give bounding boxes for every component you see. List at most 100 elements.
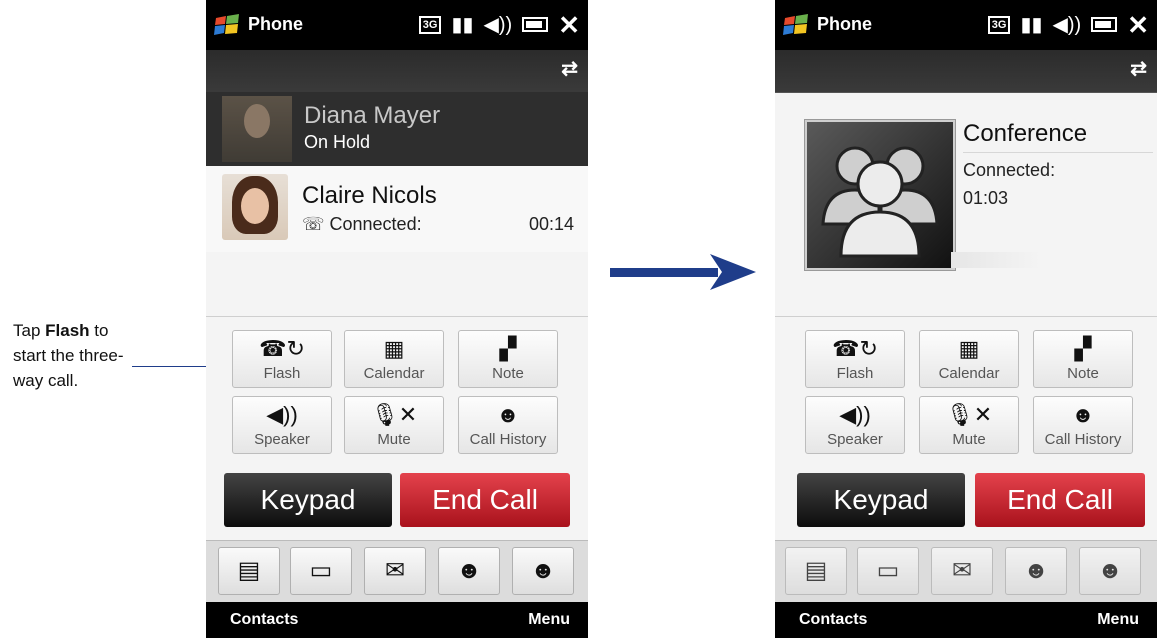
divider (775, 316, 1157, 317)
volume-icon[interactable]: ◀)) (1053, 12, 1082, 37)
note-icon: ▞ (499, 336, 517, 361)
active-call-status: ☏ Connected: (302, 214, 422, 234)
app-title: Phone (817, 14, 873, 34)
softkey-contacts[interactable]: Contacts (230, 611, 298, 629)
flash-icon: ☎↻ (259, 336, 305, 361)
note-button[interactable]: ▞ Note (458, 330, 558, 388)
softkey-menu[interactable]: Menu (1097, 611, 1139, 629)
tab-call-history[interactable]: ☻ (1005, 547, 1067, 595)
speed-dial-icon: ☻ (1097, 557, 1123, 584)
status-bar: Phone 3G ▮▮ ◀)) ✕ (206, 0, 588, 50)
windows-start-icon[interactable] (214, 13, 240, 37)
active-call-row[interactable]: Claire Nicols ☏ Connected: 00:14 (206, 166, 588, 252)
held-caller-avatar (222, 96, 292, 162)
tab-speed-dial[interactable]: ☻ (1079, 547, 1141, 595)
status-bar: Phone 3G ▮▮ ◀)) ✕ (775, 0, 1157, 50)
transition-arrow-icon (610, 254, 756, 290)
volume-icon[interactable]: ◀)) (484, 12, 513, 37)
message-icon: ▭ (876, 557, 900, 584)
caption-bold: Flash (45, 321, 90, 340)
softkey-bar: Contacts Menu (775, 602, 1157, 638)
keypad-button[interactable]: Keypad (224, 473, 392, 527)
tab-messages[interactable]: ▭ (290, 547, 352, 595)
call-history-button[interactable]: ☻ Call History (458, 396, 558, 454)
network-3g-icon: 3G (418, 15, 442, 34)
speaker-icon: ◀)) (839, 402, 871, 427)
tab-contacts[interactable]: ▤ (785, 547, 847, 595)
mute-icon: 🎙✕ (370, 402, 418, 427)
end-call-button[interactable]: End Call (400, 473, 570, 527)
conference-avatar (805, 120, 955, 270)
phone-screen-after: Phone 3G ▮▮ ◀)) ✕ ⇄ Conference Connected… (775, 0, 1157, 638)
conference-group-icon (821, 146, 939, 258)
calendar-button[interactable]: ▦ Calendar (344, 330, 444, 388)
message-icon: ▭ (309, 557, 333, 584)
bottom-tab-bar: ▤ ▭ ✉ ☻ ☻ (775, 540, 1157, 603)
title-underline (963, 152, 1153, 153)
mute-button[interactable]: 🎙✕ Mute (344, 396, 444, 454)
speed-dial-icon: ☻ (530, 557, 556, 584)
call-timer: 00:14 (528, 214, 574, 234)
speaker-button[interactable]: ◀)) Speaker (805, 396, 905, 454)
email-icon: ✉ (951, 557, 973, 584)
calendar-icon: ▦ (958, 336, 980, 361)
tab-email[interactable]: ✉ (364, 547, 426, 595)
softkey-contacts[interactable]: Contacts (799, 611, 867, 629)
active-caller-name: Claire Nicols (302, 182, 437, 209)
conference-status: Connected: (963, 160, 1056, 180)
tab-call-history[interactable]: ☻ (438, 547, 500, 595)
tab-contacts[interactable]: ▤ (218, 547, 280, 595)
email-icon: ✉ (384, 557, 406, 584)
contact-card-icon: ▤ (804, 557, 828, 584)
call-history-icon: ☻ (1071, 402, 1095, 427)
tab-messages[interactable]: ▭ (857, 547, 919, 595)
softkey-bar: Contacts Menu (206, 602, 588, 638)
tab-email[interactable]: ✉ (931, 547, 993, 595)
note-icon: ▞ (1074, 336, 1092, 361)
held-call-status: On Hold (304, 132, 371, 152)
caption-prefix: Tap (13, 321, 41, 340)
close-icon[interactable]: ✕ (558, 12, 580, 38)
status-icons: 3G ▮▮ ◀)) ✕ (987, 12, 1149, 38)
signal-icon: ▮▮ (451, 14, 474, 36)
keypad-button[interactable]: Keypad (797, 473, 965, 527)
mute-button[interactable]: 🎙✕ Mute (919, 396, 1019, 454)
call-history-icon: ☻ (496, 402, 520, 427)
softkey-menu[interactable]: Menu (528, 611, 570, 629)
call-history-icon: ☻ (456, 557, 482, 584)
conference-title: Conference (963, 120, 1088, 147)
app-title: Phone (248, 14, 304, 34)
contact-card-icon: ▤ (237, 557, 261, 584)
note-button[interactable]: ▞ Note (1033, 330, 1133, 388)
divider (206, 316, 588, 317)
held-caller-name: Diana Mayer (304, 102, 441, 129)
flash-button[interactable]: ☎↻ Flash (805, 330, 905, 388)
avatar-reflection (951, 252, 1041, 268)
connection-icon: ⇄ (561, 58, 578, 80)
call-history-icon: ☻ (1023, 557, 1049, 584)
end-call-button[interactable]: End Call (975, 473, 1145, 527)
close-icon[interactable]: ✕ (1127, 12, 1149, 38)
conference-timer: 01:03 (963, 188, 1009, 208)
tab-speed-dial[interactable]: ☻ (512, 547, 574, 595)
instruction-caption: Tap Flash to start the three-way call. (13, 318, 143, 393)
speaker-button[interactable]: ◀)) Speaker (232, 396, 332, 454)
flash-button[interactable]: ☎↻ Flash (232, 330, 332, 388)
battery-icon (1091, 17, 1118, 32)
speaker-icon: ◀)) (266, 402, 298, 427)
mute-icon: 🎙✕ (945, 402, 993, 427)
phone-screen-before: Phone 3G ▮▮ ◀)) ✕ ⇄ Diana Mayer On Hold … (206, 0, 588, 638)
status-icons: 3G ▮▮ ◀)) ✕ (418, 12, 580, 38)
held-call-row[interactable]: Diana Mayer On Hold (206, 92, 588, 166)
call-history-button[interactable]: ☻ Call History (1033, 396, 1133, 454)
signal-icon: ▮▮ (1020, 14, 1043, 36)
sub-status-bar: ⇄ (206, 50, 588, 93)
flash-icon: ☎↻ (832, 336, 878, 361)
calendar-button[interactable]: ▦ Calendar (919, 330, 1019, 388)
active-caller-avatar (222, 174, 288, 240)
battery-icon (522, 17, 549, 32)
sub-status-bar: ⇄ (775, 50, 1157, 93)
calendar-icon: ▦ (383, 336, 405, 361)
windows-start-icon[interactable] (783, 13, 809, 37)
network-3g-icon: 3G (987, 15, 1011, 34)
